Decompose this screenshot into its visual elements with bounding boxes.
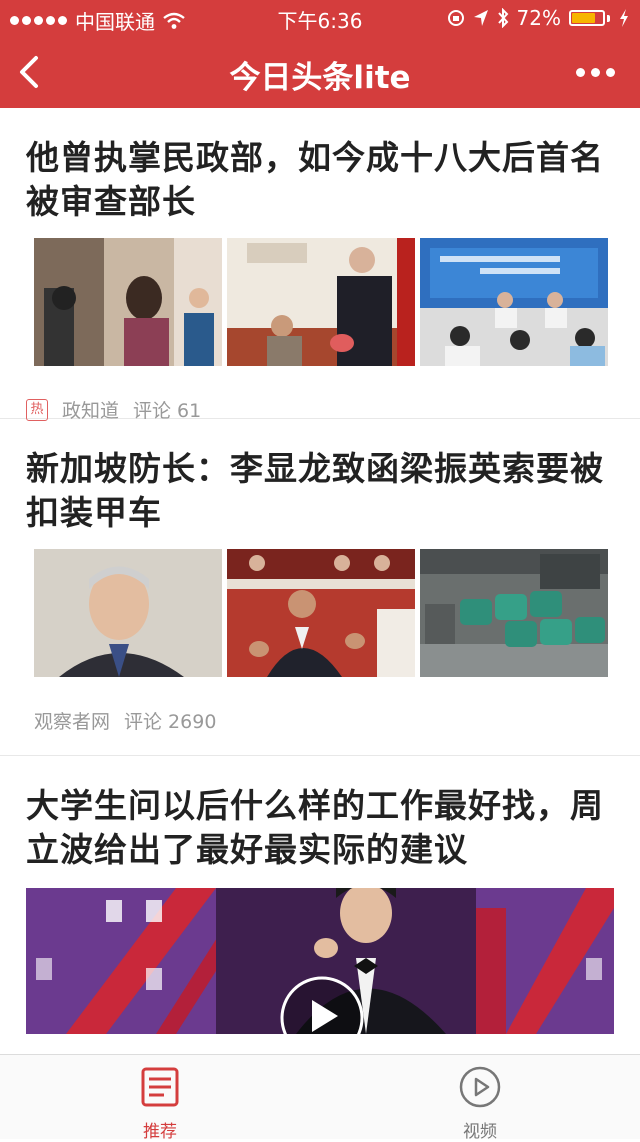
article-headline: 新加坡防长：李显龙致函梁振英索要被扣装甲车 xyxy=(26,449,604,532)
location-icon xyxy=(473,10,488,26)
play-circle-icon xyxy=(459,1066,501,1108)
more-button[interactable] xyxy=(576,60,622,84)
article-card[interactable]: 新加坡防长：李显龙致函梁振英索要被扣装甲车 观察者网 评论 2690 xyxy=(0,419,640,756)
hot-badge: 热 xyxy=(26,398,48,421)
article-thumbnails xyxy=(34,549,614,677)
title-bar: 今日头条lite xyxy=(0,36,640,108)
more-dot xyxy=(591,67,600,77)
video-thumbnail[interactable] xyxy=(26,888,614,1034)
article-thumbnails xyxy=(34,238,614,366)
article-image xyxy=(420,549,608,677)
rotation-lock-icon xyxy=(447,10,464,26)
more-dot xyxy=(576,67,585,77)
tab-bar: 推荐 视频 xyxy=(0,1054,640,1142)
tab-label: 推荐 xyxy=(143,1122,177,1142)
page-title: 今日头条lite xyxy=(229,60,411,96)
article-headline: 大学生问以后什么样的工作最好找，周立波给出了最好最实际的建议 xyxy=(26,786,604,869)
tab-recommend[interactable]: 推荐 xyxy=(105,1065,215,1142)
article-comments: 评论 2690 xyxy=(124,711,217,733)
tab-label: 视频 xyxy=(463,1122,497,1142)
article-headline: 他曾执掌民政部，如今成十八大后首名被审查部长 xyxy=(26,138,604,221)
article-meta: 观察者网 评论 2690 xyxy=(26,707,614,734)
bluetooth-icon xyxy=(497,8,508,28)
play-icon[interactable] xyxy=(304,996,344,1034)
battery-percent: 72% xyxy=(516,6,561,30)
battery-fill xyxy=(572,13,596,23)
news-feed[interactable]: 他曾执掌民政部，如今成十八大后首名被审查部长 热 政知道 评论 61 新加坡防长… xyxy=(0,108,640,1054)
article-image xyxy=(34,238,222,366)
charging-bolt-icon xyxy=(620,9,628,27)
battery-icon xyxy=(569,10,605,26)
article-card[interactable]: 大学生问以后什么样的工作最好找，周立波给出了最好最实际的建议 xyxy=(0,756,640,1034)
article-card[interactable]: 他曾执掌民政部，如今成十八大后首名被审查部长 热 政知道 评论 61 xyxy=(0,108,640,422)
battery-tip xyxy=(607,14,610,22)
article-image xyxy=(420,238,608,366)
article-image xyxy=(34,549,222,677)
more-dot xyxy=(606,67,615,77)
tab-video[interactable]: 视频 xyxy=(425,1065,535,1142)
article-source: 观察者网 xyxy=(34,711,111,733)
status-right: 72% xyxy=(447,6,630,30)
article-image xyxy=(227,238,415,366)
article-image xyxy=(227,549,415,677)
status-bar: 中国联通 下午6:36 72% xyxy=(0,0,640,36)
news-icon xyxy=(141,1067,179,1107)
